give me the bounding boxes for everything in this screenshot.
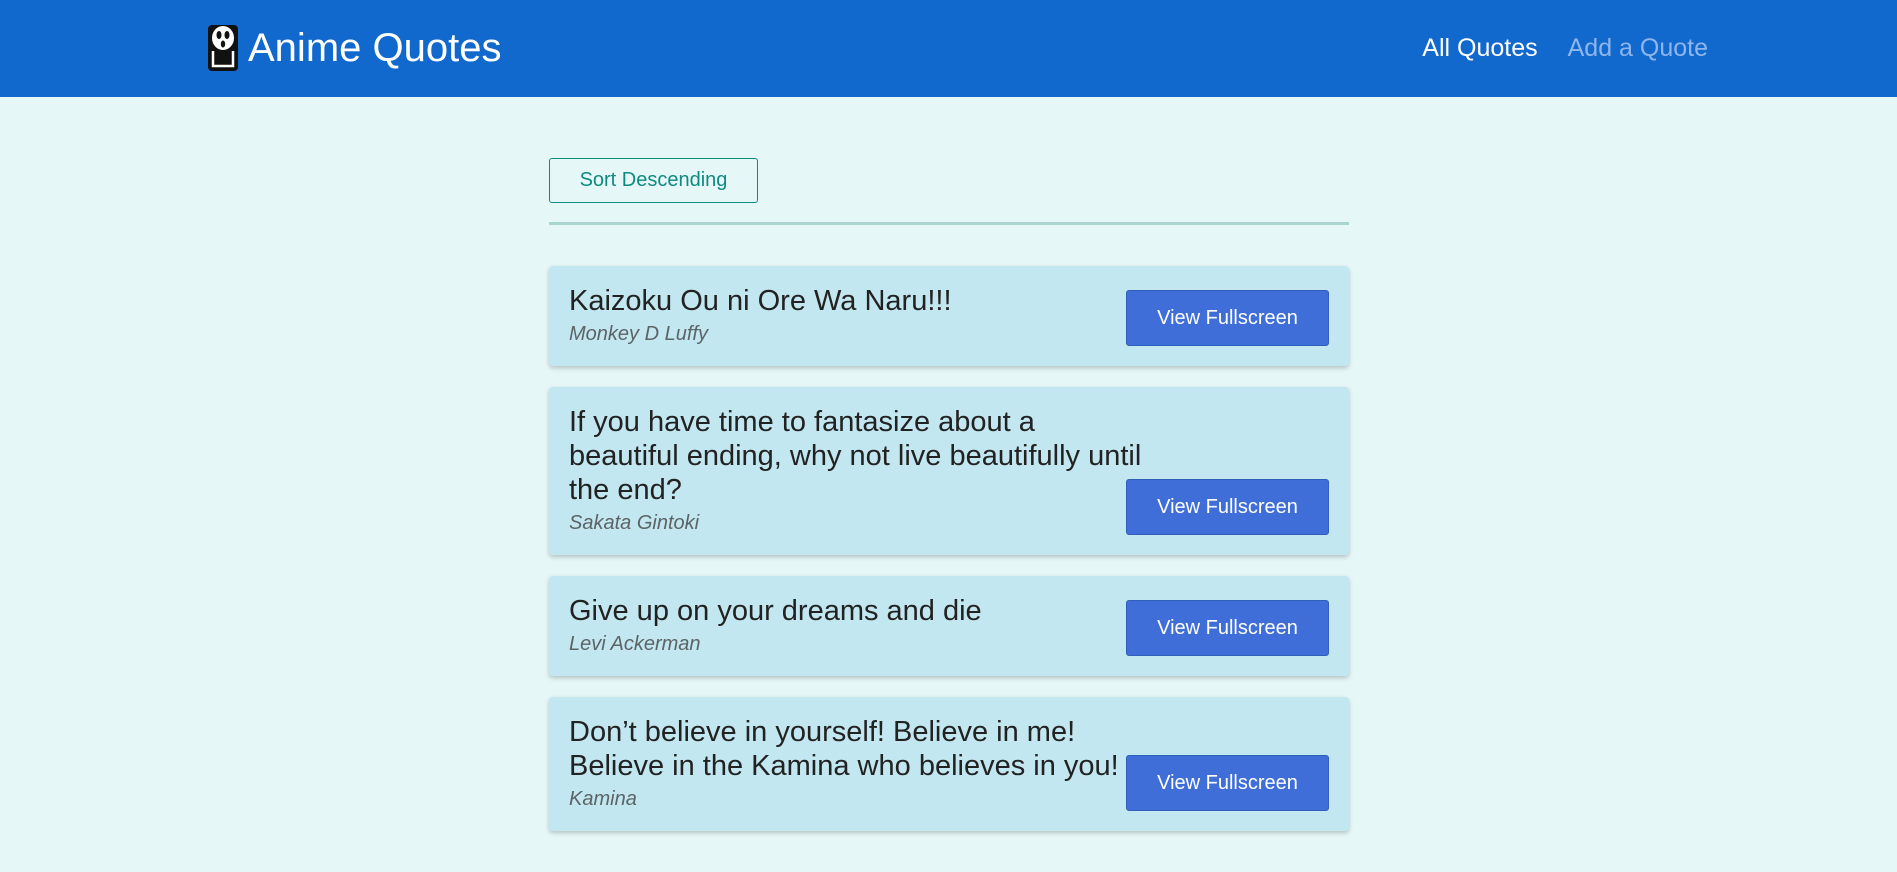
quote-card: Kaizoku Ou ni Ore Wa Naru!!! Monkey D Lu… [549, 266, 1349, 366]
quote-author: Levi Ackerman [569, 633, 701, 655]
quote-card: Don’t believe in yourself! Believe in me… [549, 697, 1349, 831]
ghost-mask-icon [208, 25, 238, 71]
view-fullscreen-button[interactable]: View Fullscreen [1126, 755, 1329, 811]
app-title: Anime Quotes [248, 26, 502, 70]
quote-author: Kamina [569, 788, 637, 810]
quote-author: Sakata Gintoki [569, 512, 700, 534]
quote-author: Monkey D Luffy [569, 323, 708, 345]
app-header: Anime Quotes All Quotes Add a Quote [0, 0, 1897, 97]
view-fullscreen-button[interactable]: View Fullscreen [1126, 600, 1329, 656]
quote-list: Kaizoku Ou ni Ore Wa Naru!!! Monkey D Lu… [549, 266, 1349, 852]
quote-card: If you have time to fantasize about a be… [549, 387, 1349, 555]
nav-add-quote[interactable]: Add a Quote [1568, 30, 1708, 66]
quote-text: If you have time to fantasize about a be… [569, 406, 1142, 506]
view-fullscreen-button[interactable]: View Fullscreen [1126, 290, 1329, 346]
quote-text: Kaizoku Ou ni Ore Wa Naru!!! [569, 285, 952, 317]
divider [549, 222, 1349, 225]
view-fullscreen-button[interactable]: View Fullscreen [1126, 479, 1329, 535]
sort-button[interactable]: Sort Descending [549, 158, 758, 203]
quote-card: Give up on your dreams and die Levi Acke… [549, 576, 1349, 676]
nav-all-quotes[interactable]: All Quotes [1422, 30, 1537, 66]
main-nav: All Quotes Add a Quote [1422, 30, 1708, 66]
quote-text: Give up on your dreams and die [569, 595, 982, 627]
quote-text: Don’t believe in yourself! Believe in me… [569, 716, 1119, 782]
logo[interactable]: Anime Quotes [207, 22, 501, 74]
